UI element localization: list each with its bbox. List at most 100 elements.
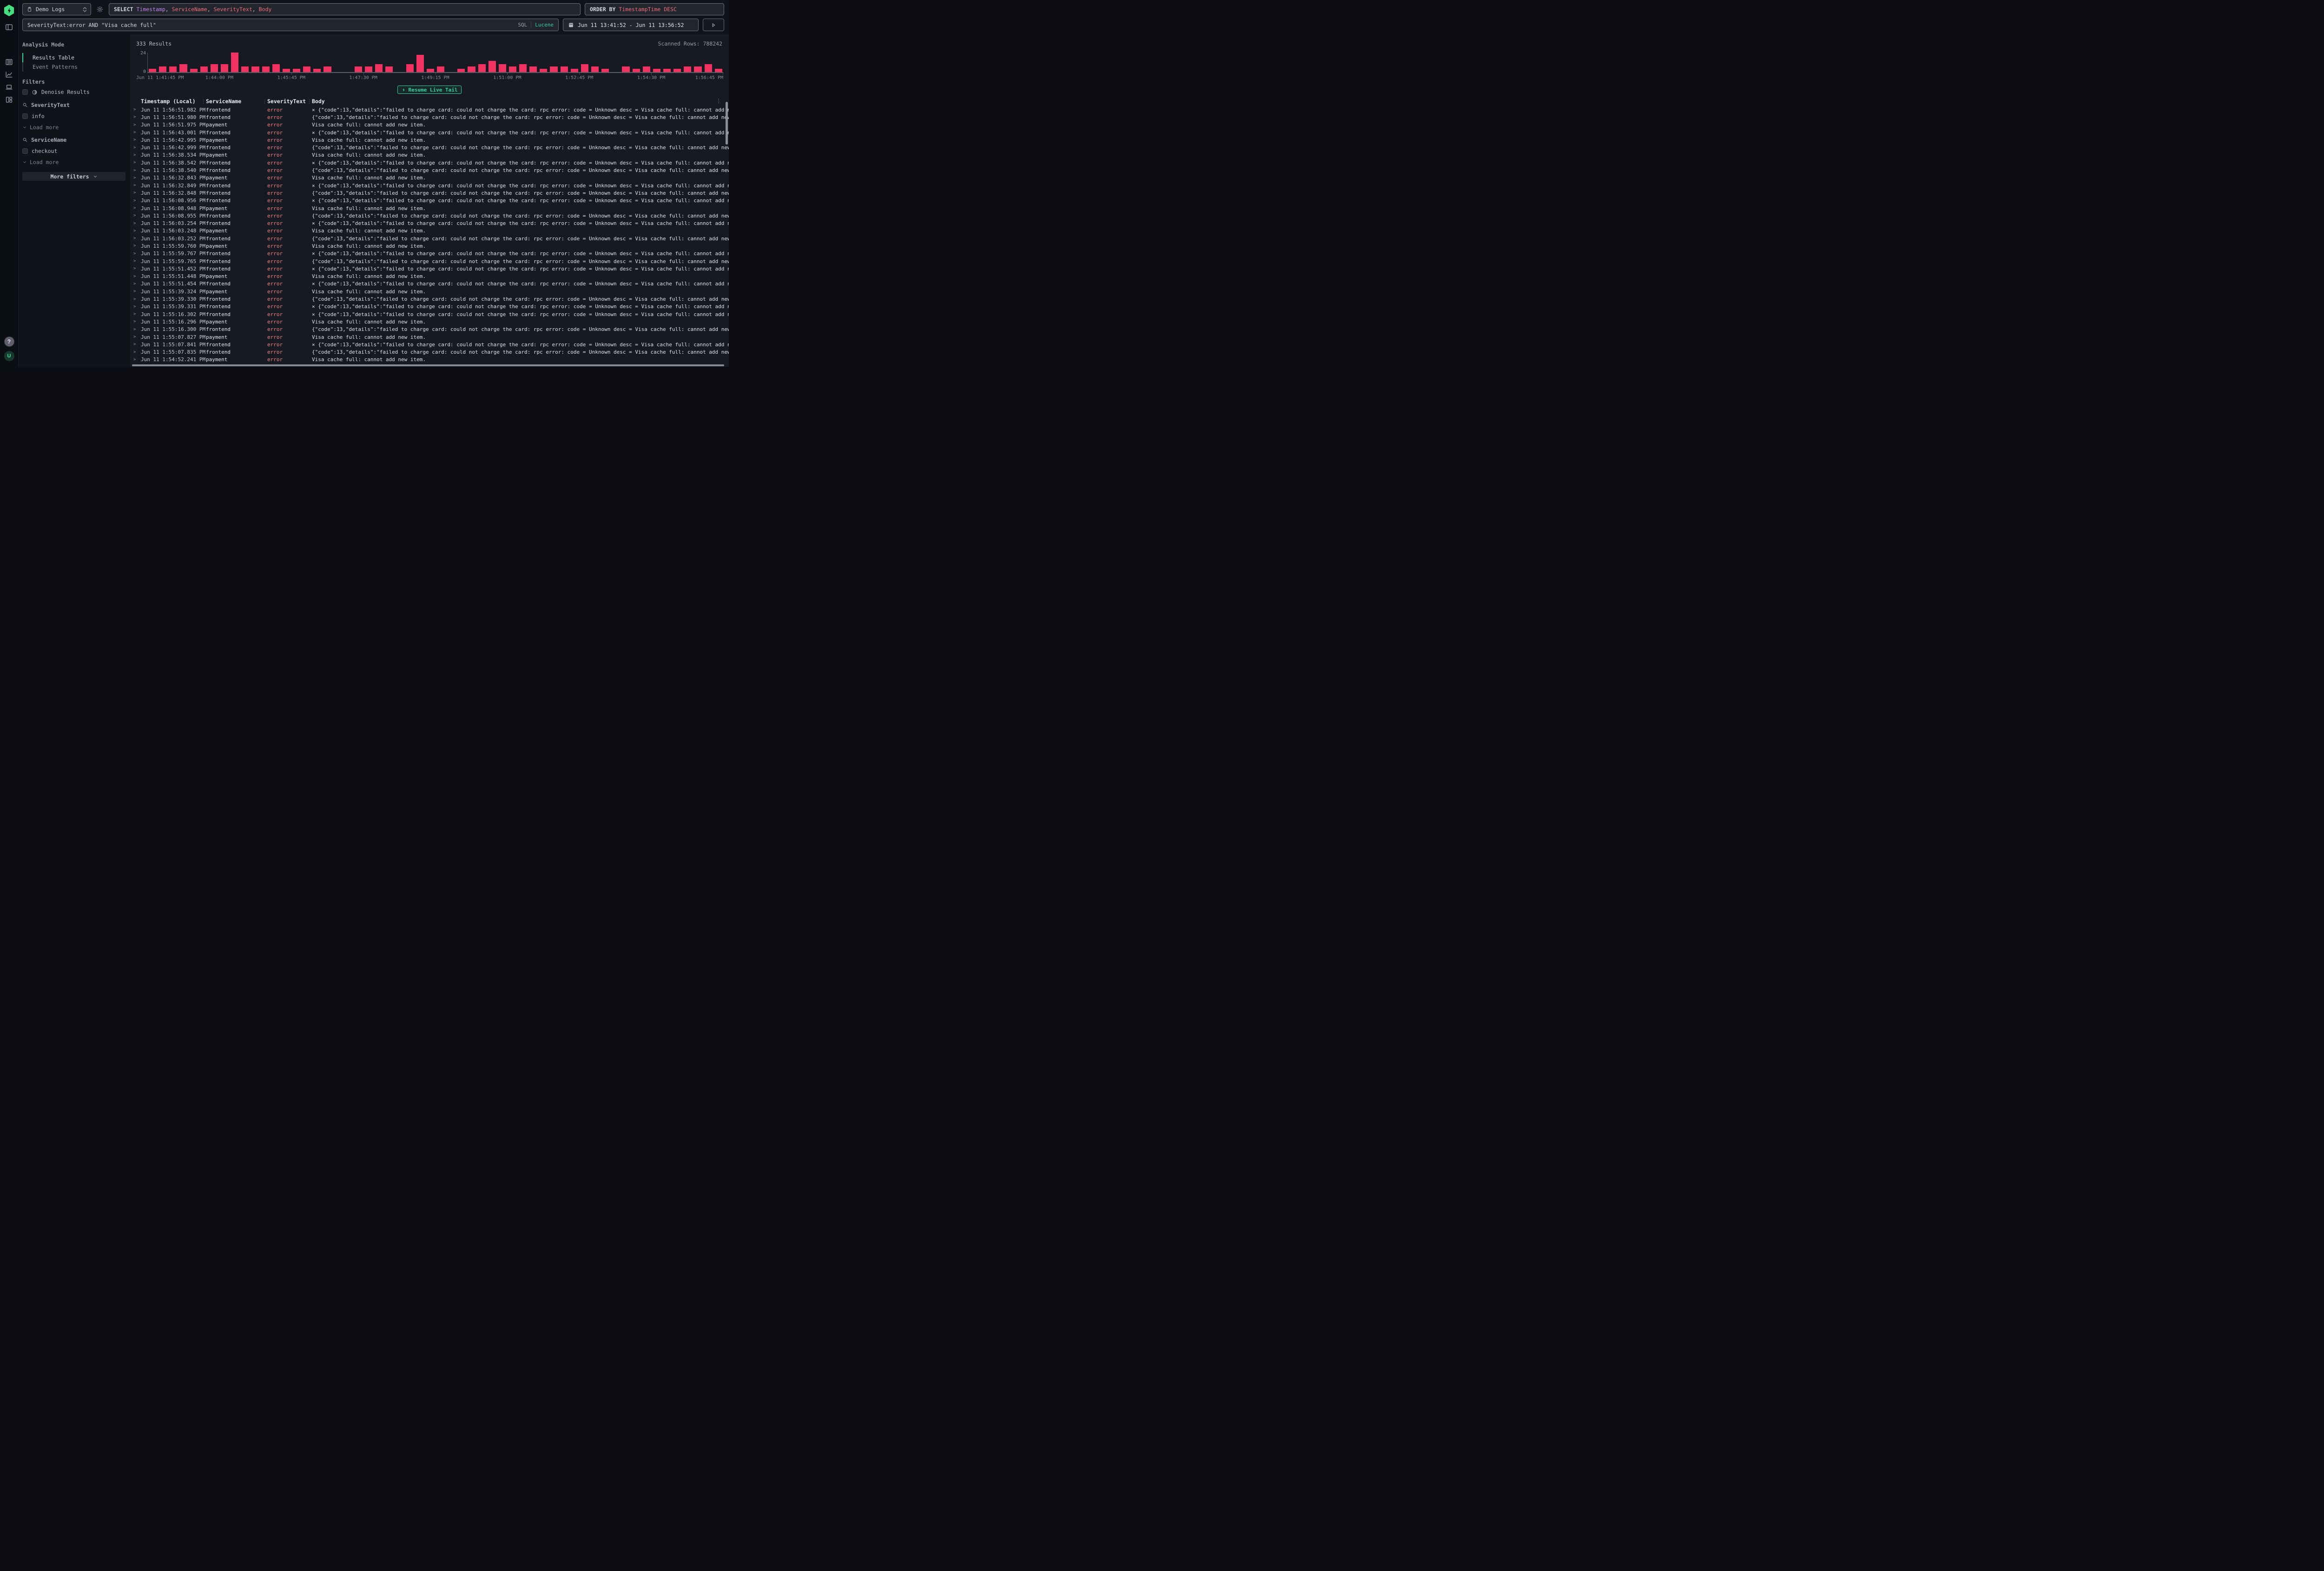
table-row[interactable]: >Jun 11 1:56:43.001 PMfrontenderror× {"c…: [130, 129, 729, 136]
select-clause-input[interactable]: SELECT Timestamp, ServiceName, SeverityT…: [109, 3, 581, 15]
table-row[interactable]: >Jun 11 1:56:08.955 PMfrontenderror{"cod…: [130, 212, 729, 219]
table-row[interactable]: >Jun 11 1:56:42.999 PMfrontenderror{"cod…: [130, 144, 729, 151]
source-select[interactable]: Demo Logs: [22, 3, 91, 15]
table-row[interactable]: >Jun 11 1:56:51.980 PMfrontenderror{"cod…: [130, 113, 729, 121]
app-logo[interactable]: [4, 5, 14, 16]
table-row[interactable]: >Jun 11 1:56:03.254 PMfrontenderror× {"c…: [130, 219, 729, 227]
histogram-bar[interactable]: [437, 66, 444, 72]
histogram-bar[interactable]: [478, 64, 486, 73]
histogram-bar[interactable]: [705, 64, 712, 73]
table-row[interactable]: >Jun 11 1:55:59.765 PMfrontenderror{"cod…: [130, 257, 729, 265]
histogram-bar[interactable]: [715, 69, 722, 72]
table-row[interactable]: >Jun 11 1:55:39.324 PMpaymenterrorVisa c…: [130, 288, 729, 295]
histogram-bar[interactable]: [200, 66, 208, 72]
histogram-bar[interactable]: [643, 66, 650, 72]
mode-event-patterns[interactable]: Event Patterns: [22, 62, 125, 72]
table-row[interactable]: >Jun 11 1:54:52.241 PMpaymenterrorVisa c…: [130, 356, 729, 363]
denoise-checkbox[interactable]: [22, 89, 28, 95]
table-row[interactable]: >Jun 11 1:56:32.848 PMfrontenderror{"cod…: [130, 189, 729, 197]
load-more-severity[interactable]: Load more: [22, 124, 125, 131]
filter-option-checkout[interactable]: checkout: [22, 147, 125, 155]
table-row[interactable]: >Jun 11 1:55:51.448 PMpaymenterrorVisa c…: [130, 273, 729, 280]
histogram-bar[interactable]: [468, 66, 475, 72]
histogram-bar[interactable]: [283, 69, 290, 72]
histogram-bar[interactable]: [684, 66, 691, 72]
table-row[interactable]: >Jun 11 1:56:38.540 PMfrontenderror{"cod…: [130, 166, 729, 174]
checkout-checkbox[interactable]: [22, 148, 28, 154]
table-row[interactable]: >Jun 11 1:56:42.995 PMpaymenterrorVisa c…: [130, 136, 729, 144]
search-query-input[interactable]: SeverityText:error AND "Visa cache full"…: [22, 19, 559, 31]
histogram-bar[interactable]: [653, 69, 660, 72]
histogram-bar[interactable]: [365, 66, 372, 72]
histogram-bar[interactable]: [601, 69, 609, 72]
histogram-bar[interactable]: [293, 69, 300, 72]
table-row[interactable]: >Jun 11 1:56:08.948 PMpaymenterrorVisa c…: [130, 205, 729, 212]
histogram-bar[interactable]: [355, 66, 362, 72]
histogram-bar[interactable]: [190, 69, 198, 72]
table-row[interactable]: >Jun 11 1:56:51.982 PMfrontenderror× {"c…: [130, 106, 729, 113]
table-row[interactable]: >Jun 11 1:55:07.835 PMfrontenderror{"cod…: [130, 349, 729, 356]
histogram-bar[interactable]: [313, 69, 321, 72]
table-row[interactable]: >Jun 11 1:55:16.302 PMfrontenderror× {"c…: [130, 310, 729, 318]
col-severitytext[interactable]: SeverityText: [267, 98, 312, 105]
orderby-clause-input[interactable]: ORDER BY TimestampTime DESC: [585, 3, 724, 15]
histogram-bar[interactable]: [221, 64, 228, 73]
sidebar-toggle-icon[interactable]: [3, 22, 16, 32]
table-row[interactable]: >Jun 11 1:55:16.296 PMpaymenterrorVisa c…: [130, 318, 729, 325]
filter-field-servicename[interactable]: ServiceName: [22, 136, 125, 144]
histogram-bar[interactable]: [540, 69, 547, 72]
table-row[interactable]: >Jun 11 1:55:59.767 PMfrontenderror× {"c…: [130, 250, 729, 257]
table-row[interactable]: >Jun 11 1:55:07.841 PMfrontenderror× {"c…: [130, 341, 729, 348]
client-sessions-icon[interactable]: [3, 82, 16, 92]
histogram-bar[interactable]: [457, 69, 465, 72]
histogram-bar[interactable]: [385, 66, 393, 72]
histogram-bar[interactable]: [519, 64, 527, 73]
histogram-bar[interactable]: [633, 69, 640, 72]
table-row[interactable]: >Jun 11 1:55:51.452 PMfrontenderror× {"c…: [130, 265, 729, 272]
col-body[interactable]: Body: [312, 98, 729, 105]
vertical-scrollbar[interactable]: [726, 102, 728, 145]
table-row[interactable]: >Jun 11 1:56:38.542 PMfrontenderror× {"c…: [130, 159, 729, 166]
table-row[interactable]: >Jun 11 1:56:32.843 PMpaymenterrorVisa c…: [130, 174, 729, 182]
dashboards-icon[interactable]: [3, 95, 16, 105]
info-checkbox[interactable]: [22, 113, 28, 119]
table-row[interactable]: >Jun 11 1:55:51.454 PMfrontenderror× {"c…: [130, 280, 729, 288]
histogram-bar[interactable]: [149, 69, 156, 72]
histogram-bar[interactable]: [211, 64, 218, 73]
histogram-bar[interactable]: [529, 66, 537, 72]
table-row[interactable]: >Jun 11 1:56:32.849 PMfrontenderror× {"c…: [130, 182, 729, 189]
filter-field-severitytext[interactable]: SeverityText: [22, 101, 125, 109]
table-row[interactable]: >Jun 11 1:55:07.827 PMpaymenterrorVisa c…: [130, 333, 729, 341]
lucene-mode-toggle[interactable]: Lucene: [535, 22, 554, 28]
table-row[interactable]: >Jun 11 1:56:03.252 PMfrontenderror{"cod…: [130, 235, 729, 242]
histogram-bar[interactable]: [169, 66, 177, 72]
resume-live-tail-button[interactable]: Resume Live Tail: [397, 86, 462, 94]
histogram-bar[interactable]: [179, 64, 187, 73]
histogram-bar[interactable]: [262, 66, 270, 72]
run-query-button[interactable]: [703, 19, 724, 31]
histogram-bar[interactable]: [489, 61, 496, 73]
histogram-bar[interactable]: [159, 66, 166, 72]
histogram-bar[interactable]: [251, 66, 259, 72]
denoise-results-row[interactable]: Denoise Results: [22, 88, 125, 96]
table-row[interactable]: >Jun 11 1:56:08.956 PMfrontenderror× {"c…: [130, 197, 729, 205]
histogram-bar[interactable]: [375, 64, 383, 73]
load-more-service[interactable]: Load more: [22, 159, 125, 165]
table-row[interactable]: >Jun 11 1:56:51.975 PMpaymenterrorVisa c…: [130, 121, 729, 129]
histogram-bar[interactable]: [591, 66, 599, 72]
table-menu-icon[interactable]: ⋮: [716, 98, 722, 104]
histogram-bar[interactable]: [406, 64, 414, 73]
help-button[interactable]: ?: [4, 337, 14, 347]
histogram-bar[interactable]: [416, 55, 424, 72]
histogram-bar[interactable]: [561, 66, 568, 72]
horizontal-scrollbar[interactable]: [132, 364, 724, 366]
mode-results-table[interactable]: Results Table: [22, 53, 125, 62]
chart-explorer-icon[interactable]: [3, 70, 16, 79]
table-row[interactable]: >Jun 11 1:55:59.760 PMpaymenterrorVisa c…: [130, 242, 729, 250]
table-row[interactable]: >Jun 11 1:55:39.330 PMfrontenderror{"cod…: [130, 295, 729, 303]
search-logs-icon[interactable]: [3, 57, 16, 67]
histogram-bar[interactable]: [673, 69, 681, 72]
table-row[interactable]: >Jun 11 1:56:38.534 PMpaymenterrorVisa c…: [130, 152, 729, 159]
histogram-bar[interactable]: [272, 64, 280, 73]
histogram-bar[interactable]: [663, 69, 671, 72]
